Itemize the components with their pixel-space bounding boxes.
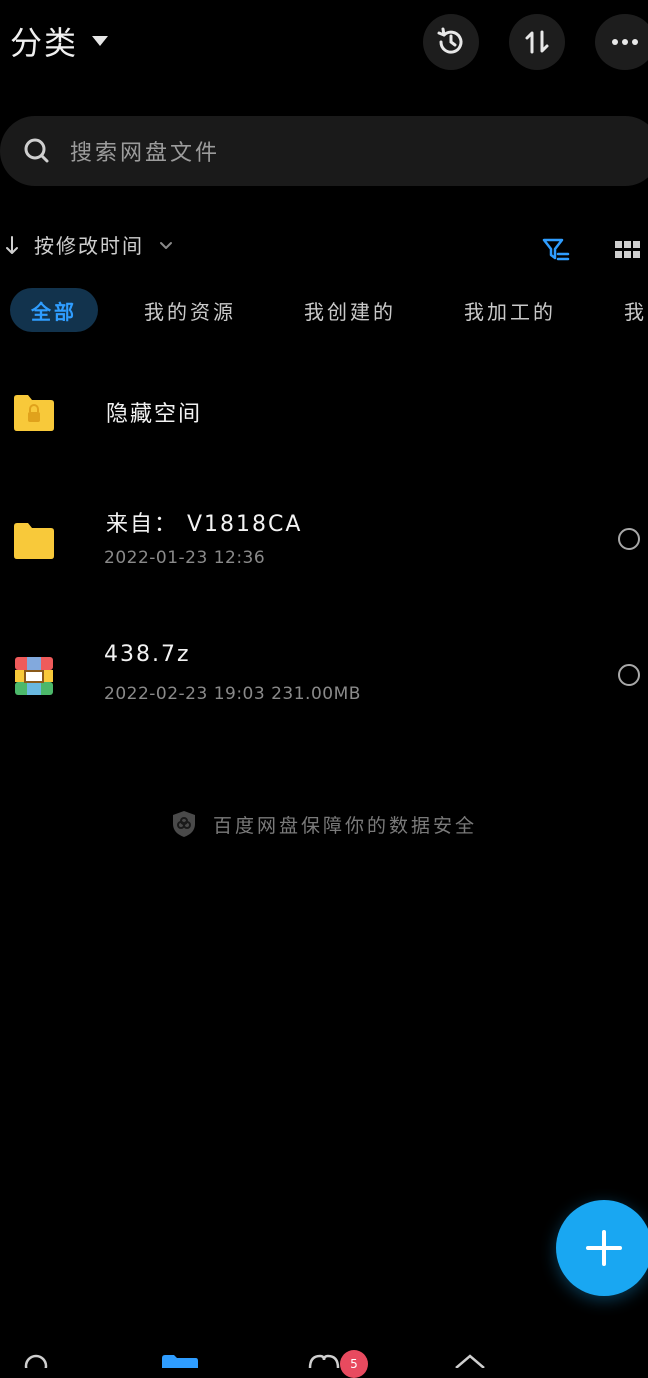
chevron-down-icon bbox=[92, 36, 109, 46]
search-input[interactable]: 搜索网盘文件 bbox=[0, 116, 648, 186]
file-meta: 2022-01-23 12:36 bbox=[104, 548, 266, 568]
file-meta: 2022-02-23 19:03 231.00MB bbox=[104, 684, 361, 704]
security-text: 百度网盘保障你的数据安全 bbox=[212, 814, 477, 837]
tab-all[interactable]: 全部 bbox=[10, 288, 98, 332]
more-icon bbox=[612, 39, 638, 45]
list-item[interactable]: 来自： V1818CA 2022-01-23 12:36 bbox=[0, 490, 648, 590]
home-icon[interactable] bbox=[22, 1352, 50, 1368]
sort-label: 按修改时间 bbox=[34, 234, 144, 258]
archive-icon bbox=[15, 657, 53, 695]
search-placeholder: 搜索网盘文件 bbox=[70, 141, 221, 166]
filter-icon bbox=[542, 238, 570, 261]
file-name: 来自： V1818CA bbox=[106, 512, 303, 537]
profile-tab-icon[interactable] bbox=[452, 1352, 488, 1368]
history-icon bbox=[437, 27, 463, 54]
select-checkbox[interactable] bbox=[618, 528, 640, 550]
chevron-down-icon bbox=[160, 241, 172, 249]
add-button[interactable] bbox=[556, 1200, 648, 1296]
tab-processed-by-me[interactable]: 我加工的 bbox=[460, 288, 560, 332]
arrow-down-icon bbox=[6, 235, 18, 254]
tab-more[interactable]: 我 bbox=[624, 288, 648, 332]
search-icon bbox=[24, 138, 49, 163]
share-tab-icon[interactable] bbox=[304, 1352, 344, 1368]
plus-icon bbox=[586, 1230, 622, 1266]
transfer-button[interactable] bbox=[509, 14, 565, 70]
tab-created-by-me[interactable]: 我创建的 bbox=[300, 288, 400, 332]
folder-icon bbox=[14, 523, 54, 559]
files-tab-icon[interactable] bbox=[160, 1352, 200, 1368]
more-button[interactable] bbox=[595, 14, 648, 70]
history-button[interactable] bbox=[423, 14, 479, 70]
bottom-nav bbox=[0, 1348, 648, 1368]
file-name: 438.7z bbox=[104, 642, 191, 667]
shield-icon bbox=[172, 811, 195, 837]
grid-view-button[interactable] bbox=[614, 240, 642, 264]
page-title-text: 分类 bbox=[10, 24, 79, 62]
page-title[interactable]: 分类 bbox=[10, 18, 109, 64]
select-checkbox[interactable] bbox=[618, 664, 640, 686]
tab-my-resources[interactable]: 我的资源 bbox=[140, 288, 240, 332]
security-note: 百度网盘保障你的数据安全 bbox=[0, 810, 648, 838]
grid-icon bbox=[615, 241, 640, 258]
file-name: 隐藏空间 bbox=[106, 402, 203, 427]
sort-dropdown[interactable]: 按修改时间 bbox=[4, 230, 176, 259]
list-item[interactable]: 隐藏空间 bbox=[0, 370, 648, 460]
lock-folder-icon bbox=[14, 395, 54, 431]
sort-transfer-icon bbox=[525, 30, 549, 54]
filter-button[interactable] bbox=[540, 234, 572, 270]
notification-badge: 5 bbox=[340, 1350, 368, 1378]
list-item[interactable]: 438.7z 2022-02-23 19:03 231.00MB bbox=[0, 626, 648, 726]
